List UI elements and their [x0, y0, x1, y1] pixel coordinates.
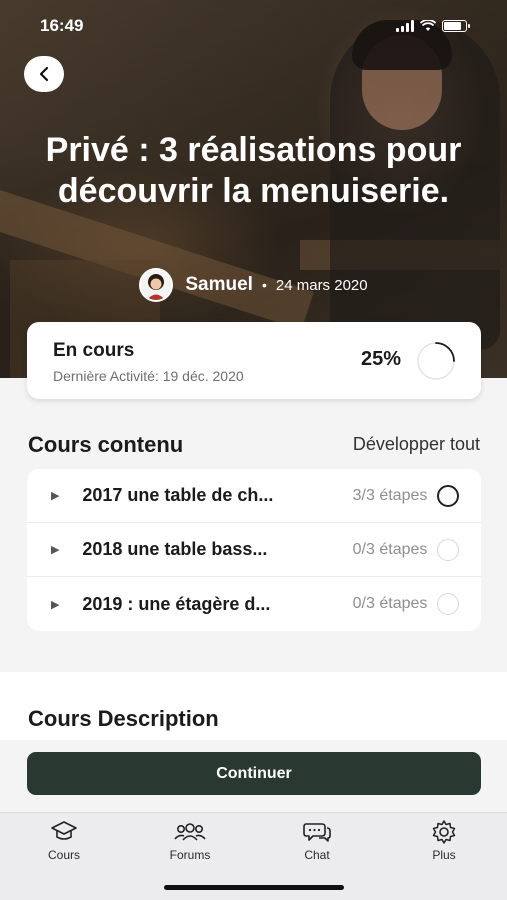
author-name[interactable]: Samuel [185, 274, 253, 296]
tab-cours[interactable]: Cours [24, 819, 104, 862]
publish-date: 24 mars 2020 [275, 276, 368, 294]
tab-label: Forums [169, 848, 211, 862]
graduation-cap-icon [51, 821, 77, 840]
home-indicator [164, 885, 344, 890]
expand-triangle-icon[interactable]: ▶ [51, 598, 82, 611]
expand-all-link[interactable]: Développer tout [353, 434, 480, 455]
lesson-row[interactable]: ▶ 2018 une table bass... 0/3 étapes [27, 523, 481, 577]
lesson-incomplete-icon [437, 538, 459, 561]
continue-button[interactable]: Continuer [27, 752, 481, 795]
lesson-row[interactable]: ▶ 2017 une table de ch... 3/3 étapes [27, 469, 481, 523]
lesson-title: 2018 une table bass... [82, 539, 268, 559]
lesson-incomplete-icon [437, 593, 459, 615]
description-title: Cours Description [28, 706, 219, 731]
lesson-list: ▶ 2017 une table de ch... 3/3 étapes ▶ 2… [27, 469, 481, 631]
tab-label: Cours [47, 848, 80, 862]
chevron-left-icon [39, 66, 49, 82]
wifi-icon [420, 20, 436, 31]
tab-chat[interactable]: Chat [277, 819, 357, 862]
chat-bubbles-icon [303, 823, 331, 842]
content-section-title: Cours contenu [28, 432, 184, 457]
lesson-steps: 0/3 étapes [352, 595, 428, 612]
lesson-row[interactable]: ▶ 2019 : une étagère d... 0/3 étapes [27, 577, 481, 631]
avatar[interactable] [139, 268, 174, 302]
expand-triangle-icon[interactable]: ▶ [51, 543, 82, 556]
status-time: 16:49 [40, 16, 84, 35]
lesson-complete-icon [437, 484, 459, 507]
progress-card[interactable]: En cours Dernière Activité: 19 déc. 2020… [27, 322, 481, 399]
course-title: Privé : 3 réalisations pour découvrir la… [45, 131, 462, 210]
tab-plus[interactable]: Plus [404, 819, 484, 862]
progress-percent: 25% [360, 348, 401, 370]
battery-icon [442, 20, 470, 32]
tab-label: Plus [432, 848, 456, 862]
progress-ring-icon [417, 342, 455, 380]
expand-triangle-icon[interactable]: ▶ [51, 489, 82, 502]
users-icon [174, 823, 206, 841]
gear-icon [432, 820, 456, 844]
author-row: Samuel • 24 mars 2020 [0, 268, 507, 302]
tab-label: Chat [304, 848, 330, 862]
status-bar: 16:49 [40, 14, 470, 38]
status-icons [396, 20, 470, 32]
lesson-title: 2017 une table de ch... [82, 485, 274, 505]
lesson-title: 2019 : une étagère d... [82, 593, 271, 614]
back-button[interactable] [24, 56, 64, 92]
lesson-steps: 3/3 étapes [352, 486, 428, 504]
lesson-steps: 0/3 étapes [352, 540, 428, 558]
meta-separator: • [261, 277, 267, 293]
tab-forums[interactable]: Forums [150, 819, 230, 862]
signal-icon [396, 20, 414, 32]
